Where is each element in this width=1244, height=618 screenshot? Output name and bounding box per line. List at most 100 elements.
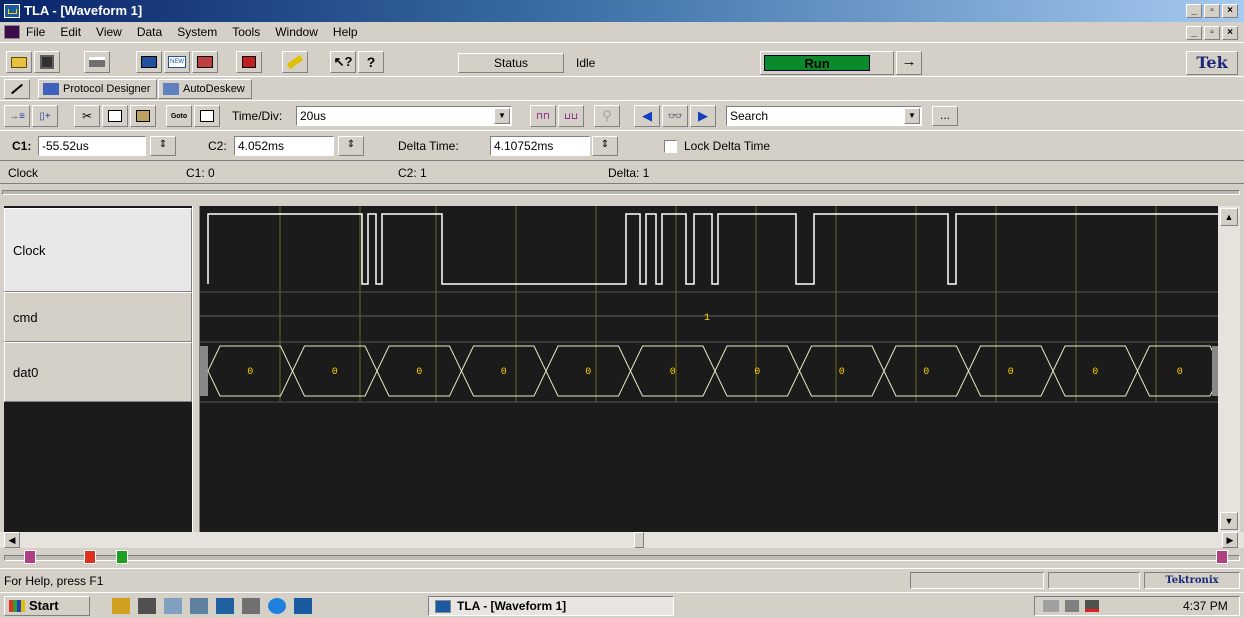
dat0-bus-value: 0 bbox=[754, 367, 760, 378]
search-definition-button[interactable]: ... bbox=[932, 106, 958, 126]
menu-edit[interactable]: Edit bbox=[60, 25, 81, 39]
quicklaunch-window-icon[interactable] bbox=[216, 598, 234, 614]
insert-waveform-icon[interactable]: ▯+ bbox=[32, 105, 58, 127]
c2-marker-icon[interactable] bbox=[116, 550, 128, 564]
lock-delta-time-label: Lock Delta Time bbox=[684, 139, 771, 153]
new-window-icon[interactable]: NEW bbox=[164, 51, 190, 73]
delta-time-field[interactable]: 4.10752ms bbox=[490, 136, 590, 156]
quicklaunch-camera-icon[interactable] bbox=[242, 598, 260, 614]
chevron-down-icon[interactable]: ▼ bbox=[494, 108, 510, 124]
c1-marker-icon[interactable] bbox=[84, 550, 96, 564]
scroll-up-icon[interactable]: ▲ bbox=[1220, 208, 1238, 226]
device-tray-icon[interactable] bbox=[1085, 600, 1099, 612]
signal-label-clock[interactable]: Clock bbox=[4, 208, 192, 292]
edit-pencil-icon[interactable] bbox=[282, 51, 308, 73]
doc-close-button[interactable]: × bbox=[1222, 26, 1238, 40]
print-icon[interactable] bbox=[84, 51, 110, 73]
volume-tray-icon[interactable] bbox=[1065, 600, 1079, 612]
menu-data[interactable]: Data bbox=[137, 25, 162, 39]
quicklaunch-tla-icon[interactable] bbox=[294, 598, 312, 614]
open-folder-icon[interactable] bbox=[6, 51, 32, 73]
menu-system[interactable]: System bbox=[177, 25, 217, 39]
c1-field[interactable]: -55.52us bbox=[38, 136, 146, 156]
trigger-marker-icon[interactable] bbox=[24, 550, 36, 564]
menu-window[interactable]: Window bbox=[275, 25, 318, 39]
scroll-left-icon[interactable]: ◀ bbox=[4, 532, 20, 548]
doc-minimize-button[interactable]: _ bbox=[1186, 26, 1202, 40]
menu-bar: File Edit View Data System Tools Window … bbox=[0, 22, 1244, 42]
time-div-select[interactable]: 20us ▼ bbox=[296, 106, 512, 126]
c2-spinner[interactable]: ⇕ bbox=[338, 136, 364, 156]
menu-file[interactable]: File bbox=[26, 25, 45, 39]
status-button[interactable]: Status bbox=[458, 53, 564, 73]
menu-help[interactable]: Help bbox=[333, 25, 358, 39]
chevron-down-icon[interactable]: ▼ bbox=[904, 108, 920, 124]
task-button-tla[interactable]: TLA - [Waveform 1] bbox=[428, 596, 674, 616]
readout-c2: C2: 1 bbox=[398, 166, 427, 180]
minimize-button[interactable]: _ bbox=[1186, 4, 1202, 18]
properties-icon[interactable] bbox=[194, 105, 220, 127]
binoculars-icon[interactable]: 👓 bbox=[662, 105, 688, 127]
signal-label-dat0[interactable]: dat0 bbox=[4, 342, 192, 402]
marker-track bbox=[4, 555, 1240, 561]
context-help-icon[interactable]: ↖? bbox=[330, 51, 356, 73]
divider-bar bbox=[0, 184, 1244, 202]
c2-field[interactable]: 4.052ms bbox=[234, 136, 334, 156]
paste-icon[interactable] bbox=[130, 105, 156, 127]
quicklaunch-desktop-icon[interactable] bbox=[112, 598, 130, 614]
doc-restore-button[interactable]: ▫ bbox=[1204, 26, 1220, 40]
zoom-magnifier-icon[interactable]: ⚲ bbox=[594, 105, 620, 127]
cut-icon[interactable]: ✂ bbox=[74, 105, 100, 127]
scroll-right-icon[interactable]: ▶ bbox=[1222, 532, 1238, 548]
dat0-bus-value: 0 bbox=[332, 367, 338, 378]
clock: 4:37 PM bbox=[1183, 599, 1228, 613]
waveform-plot[interactable]: 100000000000010 bbox=[200, 206, 1218, 532]
autodeskew-button[interactable]: AutoDeskew bbox=[158, 79, 252, 99]
run-button[interactable]: Run bbox=[760, 51, 894, 75]
lock-delta-time-checkbox[interactable] bbox=[664, 140, 677, 153]
end-marker-icon[interactable] bbox=[1216, 550, 1228, 564]
quicklaunch-ie-icon[interactable] bbox=[268, 598, 286, 614]
c1-spinner[interactable]: ⇕ bbox=[150, 136, 176, 156]
network-tray-icon[interactable] bbox=[1043, 600, 1059, 612]
menu-view[interactable]: View bbox=[96, 25, 122, 39]
help-icon[interactable]: ? bbox=[358, 51, 384, 73]
setup-window-icon[interactable] bbox=[136, 51, 162, 73]
quicklaunch-terminal-icon[interactable] bbox=[138, 598, 156, 614]
start-button[interactable]: Start bbox=[4, 596, 90, 616]
add-waveform-icon[interactable]: →≡ bbox=[4, 105, 30, 127]
single-step-arrow-icon[interactable]: → bbox=[896, 51, 922, 75]
copy-icon[interactable] bbox=[102, 105, 128, 127]
main-toolbar: NEW ↖? ? Status Idle Run → Tek bbox=[0, 42, 1244, 76]
restore-button[interactable]: ▫ bbox=[1204, 4, 1220, 18]
scroll-thumb[interactable] bbox=[634, 532, 644, 548]
protocol-designer-label: Protocol Designer bbox=[63, 83, 151, 95]
search-select[interactable]: Search ▼ bbox=[726, 106, 922, 126]
probe-icon[interactable] bbox=[4, 79, 30, 99]
close-button[interactable]: × bbox=[1222, 4, 1238, 18]
search-next-icon[interactable]: ▶ bbox=[690, 105, 716, 127]
quicklaunch-network-icon[interactable] bbox=[190, 598, 208, 614]
quicklaunch-search-icon[interactable] bbox=[164, 598, 182, 614]
save-icon[interactable] bbox=[34, 51, 60, 73]
dat0-bus-value: 0 bbox=[585, 367, 591, 378]
zoom-out-time-icon[interactable]: ⊔⊔ bbox=[558, 105, 584, 127]
vertical-scrollbar[interactable]: ▲ ▼ bbox=[1218, 206, 1240, 532]
zoom-in-time-icon[interactable]: ⊓⊓ bbox=[530, 105, 556, 127]
listing-window-icon[interactable] bbox=[236, 51, 262, 73]
goto-icon[interactable]: Goto bbox=[166, 105, 192, 127]
signal-label-cmd[interactable]: cmd bbox=[4, 292, 192, 342]
trigger-window-icon[interactable] bbox=[192, 51, 218, 73]
menu-tools[interactable]: Tools bbox=[232, 25, 260, 39]
windows-logo-icon bbox=[9, 600, 25, 612]
search-previous-icon[interactable]: ◀ bbox=[634, 105, 660, 127]
task-label: TLA - [Waveform 1] bbox=[457, 599, 567, 613]
tla-app-icon[interactable] bbox=[4, 4, 20, 18]
tek-logo: Tek bbox=[1186, 51, 1238, 75]
horizontal-scrollbar[interactable]: ◀ ▶ bbox=[0, 532, 1244, 548]
document-icon[interactable] bbox=[4, 25, 20, 39]
scroll-down-icon[interactable]: ▼ bbox=[1220, 512, 1238, 530]
label-splitter[interactable] bbox=[192, 206, 200, 532]
delta-time-spinner[interactable]: ⇕ bbox=[592, 136, 618, 156]
protocol-designer-button[interactable]: Protocol Designer bbox=[38, 79, 158, 99]
